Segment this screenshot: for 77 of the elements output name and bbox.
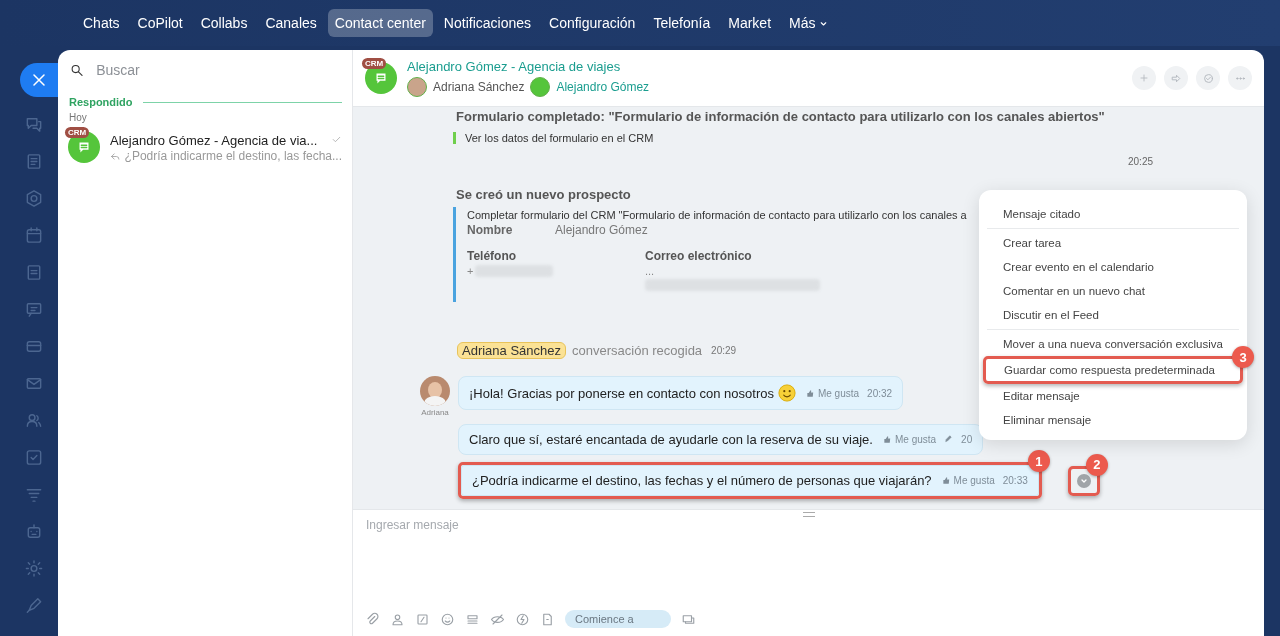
lead-description: Completar formulario del CRM "Formulario de información de contacto para utilizarlo con los canales a — [467, 209, 967, 221]
field-label: Nombre — [467, 223, 514, 237]
menu-item[interactable]: Crear evento en el calendario — [987, 255, 1170, 279]
nav-tab[interactable]: Collabs — [193, 9, 255, 37]
chat-title: Alejandro Gómez - Agencia de viajes — [407, 59, 622, 74]
callout-badge: 1 — [1027, 450, 1050, 472]
system-text: conversación recogida — [572, 343, 703, 358]
check-circle-icon — [1201, 71, 1215, 85]
message-time: 20:33 — [1002, 475, 1028, 486]
menu-item[interactable]: Mensaje citado — [987, 202, 1097, 226]
message-time: 20:29 — [711, 345, 737, 356]
smiley-icon — [440, 611, 455, 627]
close-icon — [33, 74, 45, 86]
form-title: Formulario completado: "Formulario de información de contacto para utilizarlo con los canales abiertos" — [456, 109, 1106, 124]
nav-tab[interactable]: Más — [782, 9, 836, 37]
nav-tab[interactable]: Contact center — [327, 9, 433, 37]
menu-item[interactable]: Discutir en el Feed — [987, 303, 1115, 327]
paperclip-icon — [365, 611, 380, 627]
field-value: Alejandro Gómez — [555, 223, 648, 237]
menu-item[interactable]: Eliminar mensaje — [987, 408, 1108, 432]
nav-tab[interactable]: CoPilot — [130, 9, 190, 37]
chat-title[interactable]: Alejandro Gómez - Agencia de via... — [110, 132, 318, 148]
complete-button[interactable] — [1196, 66, 1220, 90]
callout-badge: 3 — [1232, 346, 1254, 368]
field-value: ... — [645, 265, 655, 277]
menu-toggle[interactable] — [1076, 473, 1091, 488]
reply-icon — [110, 150, 121, 162]
slash-box-icon — [415, 611, 430, 627]
message-input[interactable]: Ingresar mensaje — [353, 510, 1264, 540]
menu-item[interactable]: Editar mensaje — [987, 384, 1096, 408]
author-avatar — [420, 376, 450, 406]
agent-avatar — [407, 77, 427, 97]
start-button[interactable]: Comience a — [565, 610, 671, 628]
lead-title: Se creó un nuevo prospecto — [456, 187, 632, 202]
field-label: Correo electrónico — [645, 249, 753, 263]
author-name: Adriana — [421, 408, 449, 417]
forward-button[interactable] — [1164, 66, 1188, 90]
nav-tab[interactable]: Telefonía — [646, 9, 718, 37]
callout-badge: 2 — [1085, 453, 1108, 476]
client-avatar — [530, 77, 551, 97]
close-button[interactable] — [20, 63, 58, 97]
message-text: ¿Podría indicarme el destino, las fechas y el número de personas que viajarán? — [472, 473, 932, 488]
lightning-icon — [515, 611, 530, 627]
message-preview: ¿Podría indicarme el destino, las fecha... — [124, 149, 342, 163]
member-name[interactable]: Adriana Sánchez — [433, 80, 525, 94]
search-icon — [70, 62, 85, 78]
field-value: + — [467, 265, 474, 277]
more-button[interactable] — [1228, 66, 1252, 90]
thumb-icon — [805, 388, 815, 398]
user-tag[interactable]: Adriana Sánchez — [457, 342, 566, 359]
nav-tab[interactable]: Canales — [258, 9, 324, 37]
menu-item[interactable]: Comentar en un nuevo chat — [987, 279, 1161, 303]
crm-badge: CRM — [65, 127, 90, 138]
checkmark-icon — [331, 134, 342, 145]
plus-icon — [1138, 72, 1150, 84]
message-text: ¡Hola! Gracias por ponerse en contacto con nosotros — [469, 385, 774, 401]
crm-badge: CRM — [362, 58, 387, 69]
person-icon — [390, 611, 405, 627]
message-time: 20:32 — [867, 387, 893, 399]
nav-tab[interactable]: Market — [721, 9, 779, 37]
message-time: 20 — [961, 434, 973, 445]
thumb-icon — [882, 435, 892, 444]
member-name[interactable]: Alejandro Gómez — [556, 80, 650, 94]
add-button[interactable] — [1132, 66, 1156, 90]
field-label: Teléfono — [467, 249, 518, 263]
nav-tab[interactable]: Configuración — [542, 9, 643, 37]
nav-tab[interactable]: Chats — [76, 9, 127, 37]
message-time: 20:25 — [1128, 156, 1154, 167]
pencil-icon — [944, 434, 954, 443]
file-icon — [540, 611, 555, 627]
nav-tab[interactable]: Notificaciones — [436, 9, 538, 37]
section-label: Respondido — [69, 96, 133, 108]
message-text: Claro que sí, estaré encantada de ayudarle con la reserva de su viaje. — [469, 432, 873, 447]
menu-item[interactable]: Crear tarea — [987, 231, 1078, 255]
date-label: Hoy — [68, 111, 88, 125]
form-link[interactable]: Ver los datos del formulario en el CRM — [453, 132, 1264, 144]
thumb-icon — [941, 476, 951, 485]
